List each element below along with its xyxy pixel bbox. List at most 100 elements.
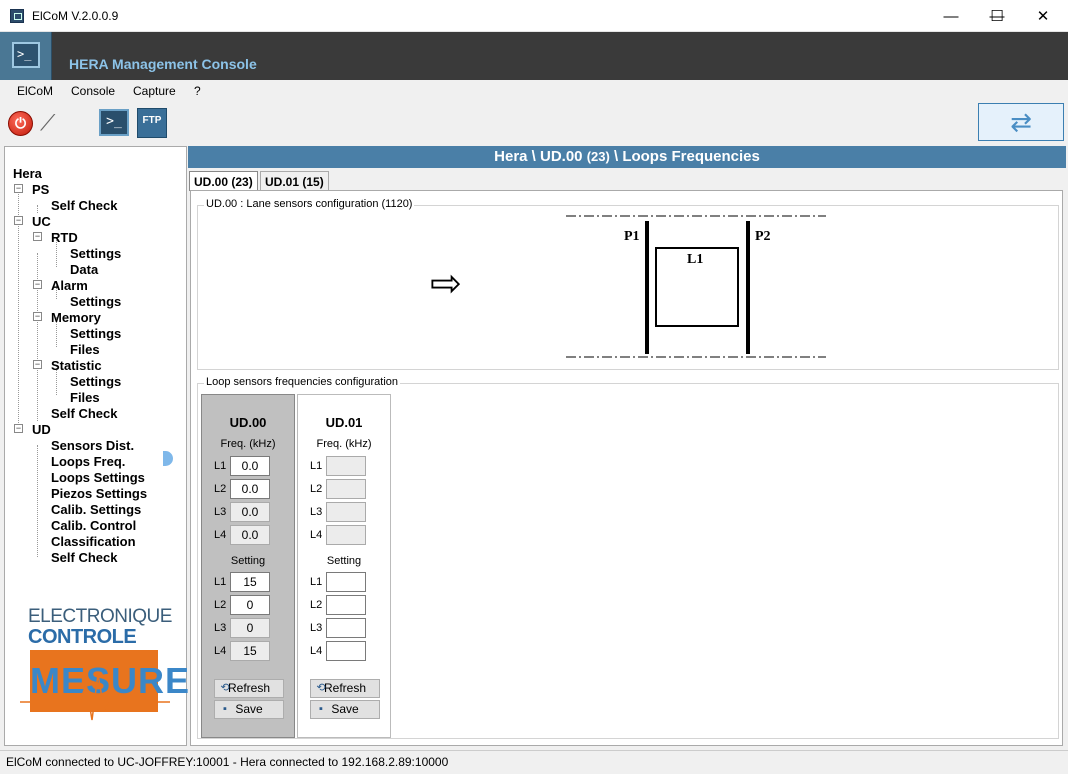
ud01-freq-l4-field	[326, 525, 366, 545]
ud01-setting-l3-field[interactable]	[326, 618, 366, 638]
ud00-freq-l2-label: L2	[214, 483, 227, 495]
menu-console[interactable]: Console	[71, 84, 115, 98]
header-banner: >_ HERA Management Console	[0, 32, 1068, 80]
ud00-setting-l3-label: L3	[214, 622, 227, 634]
ud00-setting-caption: Setting	[230, 555, 266, 567]
tree-node-ps-self-check[interactable]: Self Check	[51, 198, 117, 213]
maximize-window-button[interactable]: ☐	[974, 0, 1020, 32]
status-bar: ElCoM connected to UC-JOFFREY:10001 - He…	[0, 750, 1068, 774]
power-icon[interactable]: ⏻	[8, 111, 33, 136]
tree-node-statistic-files[interactable]: Files	[70, 390, 100, 405]
ud01-setting-l1-label: L1	[310, 576, 323, 588]
terminal-icon: >_	[12, 42, 40, 68]
ud01-setting-l1-field[interactable]	[326, 572, 366, 592]
menu-capture[interactable]: Capture	[133, 84, 176, 98]
close-window-button[interactable]: ✕	[1020, 0, 1066, 32]
tree-node-ud-self-check[interactable]: Self Check	[51, 550, 117, 565]
save-icon: ▪	[319, 703, 323, 715]
ud01-refresh-button[interactable]: ⟲ Refresh	[310, 679, 380, 698]
ud00-setting-l1-field[interactable]: 15	[230, 572, 270, 592]
tree-node-calib-settings[interactable]: Calib. Settings	[51, 502, 141, 517]
tree-node-loops-settings[interactable]: Loops Settings	[51, 470, 145, 485]
tree-node-uc[interactable]: UC	[32, 214, 51, 229]
ud01-freq-l3-field	[326, 502, 366, 522]
ud01-freq-l2-label: L2	[310, 483, 323, 495]
collapse-icon[interactable]: −	[33, 312, 42, 321]
tree-node-statistic[interactable]: Statistic	[51, 358, 102, 373]
page-title: Hera \ UD.00 (23) \ Loops Frequencies	[188, 146, 1066, 168]
tab-ud01[interactable]: UD.01 (15)	[260, 171, 329, 191]
tab-ud00[interactable]: UD.00 (23)	[189, 171, 258, 191]
loop-l1-label: L1	[687, 252, 704, 267]
ud01-save-button[interactable]: ▪ Save	[310, 700, 380, 719]
save-icon: ▪	[223, 703, 227, 715]
loop-sensors-group-title: Loop sensors frequencies configuration	[204, 376, 401, 388]
minimize-window-button[interactable]: —	[928, 0, 974, 32]
page-title-section: \ Loops Frequencies	[609, 148, 760, 165]
ud00-freq-l2-field[interactable]: 0.0	[230, 479, 270, 499]
signal-wave-icon	[20, 673, 170, 721]
tree-node-statistic-settings[interactable]: Settings	[70, 374, 121, 389]
tree-node-loops-freq[interactable]: Loops Freq.	[51, 454, 125, 469]
ud00-freq-l3-field: 0.0	[230, 502, 270, 522]
ud01-freq-l4-label: L4	[310, 529, 323, 541]
tree-node-rtd[interactable]: RTD	[51, 230, 78, 245]
ftp-button[interactable]: FTP	[137, 108, 167, 138]
ud01-column: UD.01 Freq. (kHz) L1 L2 L3 L4 Setting L1…	[297, 394, 391, 738]
ud01-refresh-label: Refresh	[323, 681, 367, 695]
direction-arrow-icon: ⇨	[430, 263, 462, 305]
tree-node-memory[interactable]: Memory	[51, 310, 101, 325]
page-title-count: (23)	[586, 149, 610, 164]
sync-icon[interactable]: ⇄	[978, 103, 1064, 141]
tree-node-uc-self-check[interactable]: Self Check	[51, 406, 117, 421]
ud00-freq-l4-field: 0.0	[230, 525, 270, 545]
collapse-icon[interactable]: −	[14, 184, 23, 193]
collapse-icon[interactable]: −	[14, 216, 23, 225]
ud00-setting-l4-label: L4	[214, 645, 227, 657]
ud00-freq-l1-field[interactable]: 0.0	[230, 456, 270, 476]
collapse-icon[interactable]: −	[14, 424, 23, 433]
console-button[interactable]: >_	[99, 109, 129, 136]
piezo-p1-label: P1	[624, 229, 640, 244]
tree-node-memory-settings[interactable]: Settings	[70, 326, 121, 341]
ud00-title: UD.00	[229, 415, 267, 430]
app-title: HERA Management Console	[69, 56, 257, 72]
ud00-freq-l3-label: L3	[214, 506, 227, 518]
logo-line2: CONTROLE	[28, 626, 137, 648]
main-panel: Hera \ UD.00 (23) \ Loops Frequencies UD…	[188, 146, 1066, 746]
ud00-setting-l4-field: 15	[230, 641, 270, 661]
ud01-setting-l4-field[interactable]	[326, 641, 366, 661]
tree-node-ud[interactable]: UD	[32, 422, 51, 437]
refresh-icon: ⟲	[220, 682, 230, 694]
tree-node-memory-files[interactable]: Files	[70, 342, 100, 357]
plug-icon[interactable]: ⟋	[40, 109, 74, 137]
collapse-icon[interactable]: −	[33, 280, 42, 289]
ud00-refresh-button[interactable]: ⟲ Refresh	[214, 679, 284, 698]
tree-node-sensors-dist[interactable]: Sensors Dist.	[51, 438, 134, 453]
collapse-icon[interactable]: −	[33, 360, 42, 369]
tree-node-piezos-settings[interactable]: Piezos Settings	[51, 486, 147, 501]
tree-node-ps[interactable]: PS	[32, 182, 49, 197]
window-title: ElCoM V.2.0.0.9	[32, 9, 119, 23]
ud01-title: UD.01	[325, 415, 363, 430]
tree-node-calib-control[interactable]: Calib. Control	[51, 518, 136, 533]
tree-root-hera[interactable]: Hera	[13, 166, 42, 181]
tree-node-alarm[interactable]: Alarm	[51, 278, 88, 293]
tree-node-classification[interactable]: Classification	[51, 534, 136, 549]
menu-elcom[interactable]: ElCoM	[17, 84, 53, 98]
tree-node-rtd-settings[interactable]: Settings	[70, 246, 121, 261]
menu-help[interactable]: ?	[194, 84, 201, 98]
tree-node-rtd-data[interactable]: Data	[70, 262, 98, 277]
collapse-icon[interactable]: −	[33, 232, 42, 241]
menu-bar: ElCoM Console Capture ?	[0, 80, 1068, 102]
ud01-freq-l2-field	[326, 479, 366, 499]
ud00-setting-l2-field[interactable]: 0	[230, 595, 270, 615]
ud00-refresh-label: Refresh	[227, 681, 271, 695]
ud00-save-button[interactable]: ▪ Save	[214, 700, 284, 719]
ud01-setting-l2-field[interactable]	[326, 595, 366, 615]
ud00-save-label: Save	[235, 702, 263, 716]
page-title-path: Hera \ UD.00	[494, 148, 587, 165]
tree-node-alarm-settings[interactable]: Settings	[70, 294, 121, 309]
ud00-setting-l2-label: L2	[214, 599, 227, 611]
ud01-freq-l1-field	[326, 456, 366, 476]
